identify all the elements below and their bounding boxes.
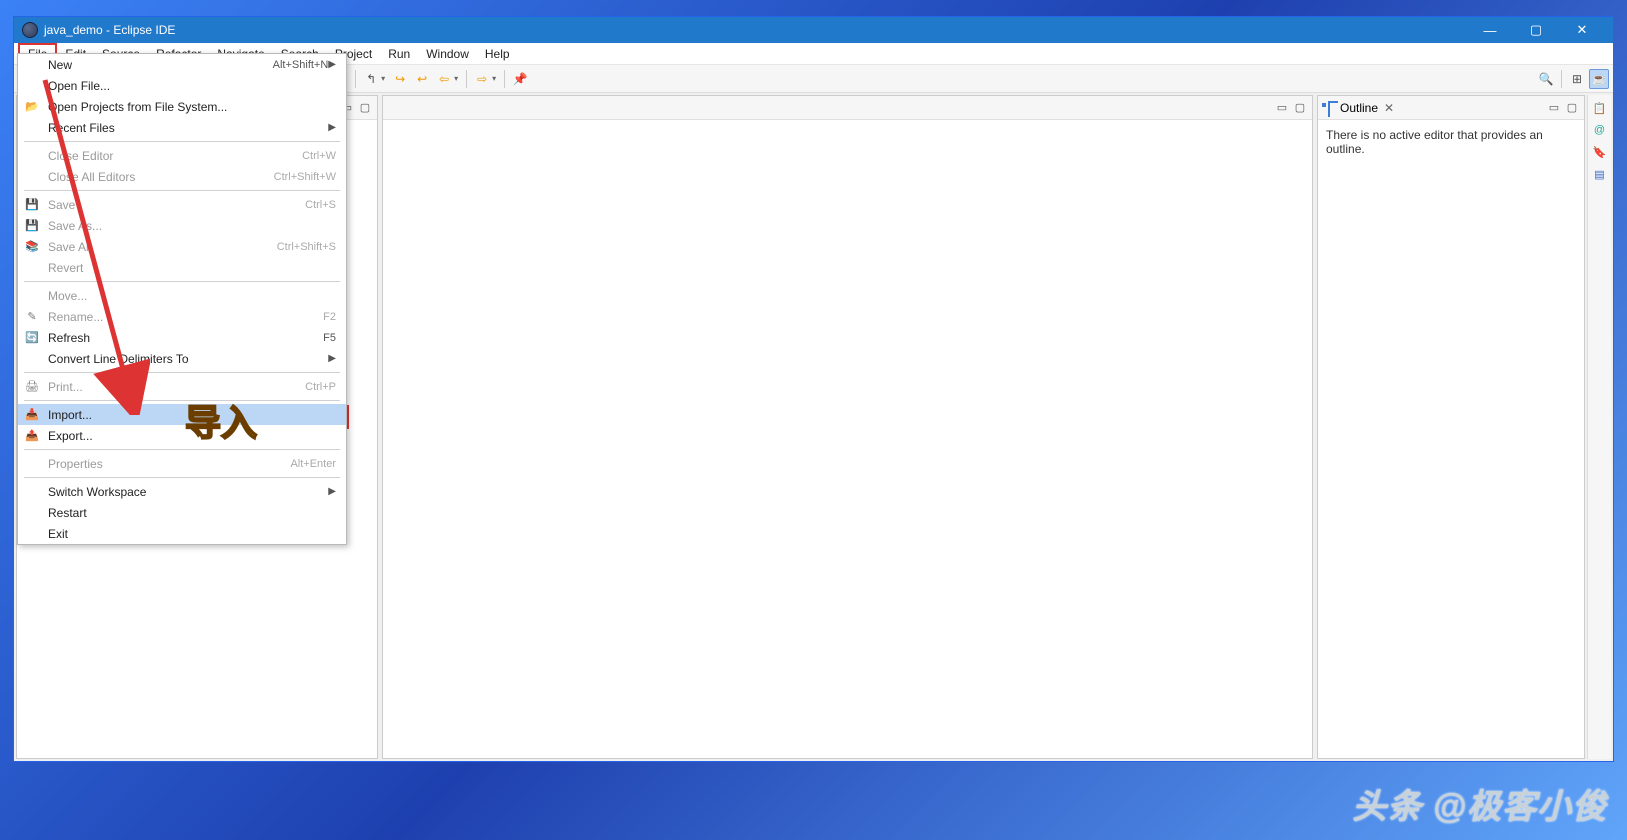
pane-maximize-icon[interactable]: ▢: [1292, 100, 1308, 116]
back-icon[interactable]: ⇦: [434, 69, 454, 89]
task-list-icon[interactable]: 📋: [1591, 99, 1609, 117]
watermark: 头条 @极客小俊: [1352, 779, 1607, 828]
bookmarks-icon[interactable]: 🔖: [1591, 143, 1609, 161]
submenu-arrow-icon: ▶: [328, 486, 336, 497]
eclipse-icon: [22, 22, 38, 38]
menu-help[interactable]: Help: [477, 45, 518, 63]
nav-prev-icon[interactable]: ↰: [361, 69, 381, 89]
menu-item-revert: Revert: [18, 257, 346, 278]
quick-toolbar: 📋 @ 🔖 ▤: [1587, 95, 1611, 759]
forward-icon[interactable]: ⇨: [472, 69, 492, 89]
pane-maximize-icon[interactable]: ▢: [357, 100, 373, 116]
pin-icon[interactable]: 📌: [510, 69, 530, 89]
menu-item-move: Move...: [18, 285, 346, 306]
window-title: java_demo - Eclipse IDE: [44, 23, 175, 37]
at-icon[interactable]: @: [1591, 121, 1609, 139]
menu-item-properties: PropertiesAlt+Enter: [18, 453, 346, 474]
pane-minimize-icon[interactable]: ▭: [1274, 100, 1290, 116]
outline-title: Outline: [1340, 101, 1378, 115]
cheatsheets-icon[interactable]: ▤: [1591, 165, 1609, 183]
menu-item-open-projects-from-file-system[interactable]: 📂Open Projects from File System...: [18, 96, 346, 117]
maximize-button[interactable]: ▢: [1513, 17, 1559, 43]
menu-item-close-editor: Close EditorCtrl+W: [18, 145, 346, 166]
minimize-button[interactable]: —: [1467, 17, 1513, 43]
menu-item-open-file[interactable]: Open File...: [18, 75, 346, 96]
menu-item-restart[interactable]: Restart: [18, 502, 346, 523]
menu-item-refresh[interactable]: 🔄RefreshF5: [18, 327, 346, 348]
annotation-label: 导入: [185, 394, 257, 446]
menu-item-close-all-editors: Close All EditorsCtrl+Shift+W: [18, 166, 346, 187]
menu-item-import[interactable]: 📥Import...: [18, 404, 346, 425]
submenu-arrow-icon: ▶: [328, 59, 336, 70]
perspective-icon[interactable]: ⊞: [1567, 69, 1587, 89]
outline-message: There is no active editor that provides …: [1318, 120, 1584, 758]
menu-window[interactable]: Window: [418, 45, 477, 63]
close-tab-icon[interactable]: ✕: [1384, 101, 1394, 115]
nav-next-icon[interactable]: ↪: [390, 69, 410, 89]
submenu-arrow-icon: ▶: [328, 122, 336, 133]
outline-icon: [1322, 101, 1336, 115]
file-menu-dropdown: NewAlt+Shift+N▶Open File...📂Open Project…: [17, 53, 347, 545]
menu-item-recent-files[interactable]: Recent Files▶: [18, 117, 346, 138]
menu-item-export[interactable]: 📤Export...: [18, 425, 346, 446]
menu-item-save: 💾SaveCtrl+S: [18, 194, 346, 215]
quick-access-icon[interactable]: 🔍: [1536, 69, 1556, 89]
menu-item-print: 🖨Print...Ctrl+P: [18, 376, 346, 397]
menu-item-new[interactable]: NewAlt+Shift+N▶: [18, 54, 346, 75]
menu-item-switch-workspace[interactable]: Switch Workspace▶: [18, 481, 346, 502]
menu-item-save-as: 💾Save As...: [18, 215, 346, 236]
editor-pane: ▭ ▢: [382, 95, 1313, 759]
menu-item-exit[interactable]: Exit: [18, 523, 346, 544]
outline-pane: Outline ✕ ▭ ▢ There is no active editor …: [1317, 95, 1585, 759]
pane-minimize-icon[interactable]: ▭: [1546, 100, 1562, 116]
menu-item-save-all: 📚Save AllCtrl+Shift+S: [18, 236, 346, 257]
pane-maximize-icon[interactable]: ▢: [1564, 100, 1580, 116]
titlebar: java_demo - Eclipse IDE — ▢ ✕: [14, 17, 1613, 43]
java-perspective-icon[interactable]: ☕: [1589, 69, 1609, 89]
close-button[interactable]: ✕: [1559, 17, 1605, 43]
submenu-arrow-icon: ▶: [328, 353, 336, 364]
menu-item-convert-line-delimiters-to[interactable]: Convert Line Delimiters To▶: [18, 348, 346, 369]
menu-item-rename: ✎Rename...F2: [18, 306, 346, 327]
nav-last-icon[interactable]: ↩: [412, 69, 432, 89]
menu-run[interactable]: Run: [380, 45, 418, 63]
